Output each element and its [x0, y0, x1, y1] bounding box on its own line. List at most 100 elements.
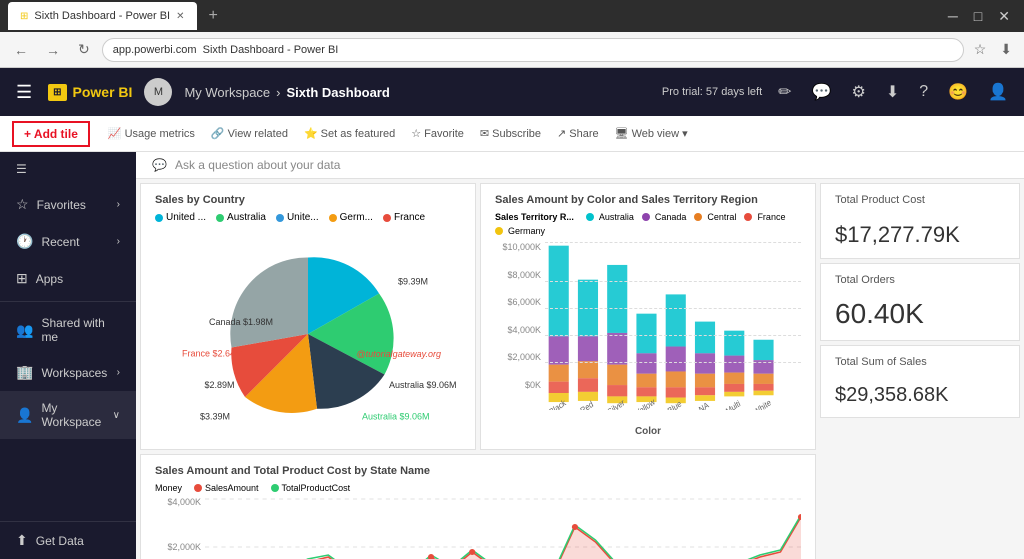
edit-icon[interactable]: ✏	[774, 80, 795, 104]
line-svg-container	[205, 497, 801, 559]
legend-canada: Canada	[642, 212, 687, 222]
y-axis: $10,000K $8,000K $6,000K $4,000K $2,000K…	[495, 240, 545, 410]
svg-text:France $2.64M: France $2.64M	[182, 349, 243, 359]
featured-icon: ⭐	[304, 127, 318, 140]
sidebar-item-shared[interactable]: 👥 Shared with me	[0, 306, 136, 354]
sidebar-bottom: ⬆ Get Data	[0, 521, 136, 559]
sidebar-item-favorites[interactable]: ☆ Favorites ›	[0, 186, 136, 223]
sidebar-item-my-workspace[interactable]: 👤 My Workspace ∨	[0, 391, 136, 439]
tab-title: Sixth Dashboard - Power BI	[34, 10, 170, 22]
dashboard-name: Sixth Dashboard	[287, 85, 390, 100]
view-related-button[interactable]: 🔗 View related	[205, 123, 294, 144]
svg-text:$9.39M: $9.39M	[398, 277, 428, 287]
kpi-value-product-cost: $17,277.79K	[835, 222, 1005, 248]
back-button[interactable]: ←	[8, 40, 34, 60]
star-nav-icon: ☆	[16, 196, 29, 213]
refresh-button[interactable]: ↻	[72, 39, 96, 60]
settings-icon[interactable]: ⚙	[848, 80, 870, 104]
feedback-icon[interactable]: 😊	[944, 80, 972, 104]
kpi-label-product-cost: Total Product Cost	[835, 194, 1005, 206]
tile-sales-by-country: Sales by Country United ... Australia Un…	[140, 183, 476, 450]
share-button[interactable]: ↗ Share	[551, 123, 605, 144]
tab-close-icon[interactable]: ✕	[176, 11, 184, 22]
sidebar-item-workspaces[interactable]: 🏢 Workspaces ›	[0, 354, 136, 391]
sidebar-hamburger[interactable]: ☰	[0, 152, 136, 186]
dashboard-area: 💬 Ask a question about your data Sales b…	[136, 152, 1024, 559]
window-close-button[interactable]: ✕	[992, 6, 1016, 27]
legend-item: France	[383, 212, 425, 223]
chart-icon: 📈	[108, 127, 122, 140]
favorite-button[interactable]: ☆ Favorite	[405, 123, 470, 144]
workspaces-label: Workspaces	[41, 366, 107, 380]
logo-text: Power BI	[73, 84, 133, 100]
x-axis-label: Color	[495, 426, 801, 437]
window-restore-button[interactable]: □	[968, 6, 988, 27]
chevron-right-icon: ›	[117, 199, 120, 210]
svg-text:$3.39M: $3.39M	[200, 412, 230, 422]
link-icon: 🔗	[211, 127, 225, 140]
sidebar-item-apps[interactable]: ⊞ Apps	[0, 260, 136, 297]
legend-france: France	[744, 212, 785, 222]
usage-metrics-button[interactable]: 📈 Usage metrics	[102, 123, 201, 144]
tile-total-orders: Total Orders 60.40K	[820, 263, 1020, 341]
line-legend: Money SalesAmount TotalProductCost	[155, 483, 801, 493]
ask-bar[interactable]: 💬 Ask a question about your data	[136, 152, 1024, 179]
user-icon[interactable]: 👤	[984, 80, 1012, 104]
svg-text:Australia $9.06M: Australia $9.06M	[389, 380, 457, 390]
ask-placeholder: Ask a question about your data	[175, 158, 340, 172]
avatar-initials: M	[154, 86, 163, 98]
comment-icon[interactable]: 💬	[808, 80, 836, 104]
watermark: @tutorialgateway.org	[356, 349, 441, 359]
get-data-label: Get Data	[36, 534, 84, 548]
window-minimize-button[interactable]: ─	[942, 6, 964, 27]
help-icon[interactable]: ?	[915, 81, 932, 103]
star-icon: ☆	[411, 127, 421, 140]
sidebar-item-get-data[interactable]: ⬆ Get Data	[0, 522, 136, 559]
kpi-value-orders: 60.40K	[835, 298, 1005, 330]
bar-chart-svg: Black Red Silver Yellow Blue NA Multi Wh…	[545, 240, 801, 410]
svg-text:Multi: Multi	[724, 398, 741, 410]
right-column: Total Product Cost $17,277.79K Total Ord…	[820, 183, 1020, 559]
line-chart-svg	[205, 497, 801, 559]
money-legend: Money	[155, 483, 182, 493]
address-bar[interactable]	[102, 38, 964, 62]
add-tile-button[interactable]: + Add tile	[12, 121, 90, 147]
hamburger-icon[interactable]: ☰	[12, 78, 36, 107]
pro-trial-text: Pro trial: 57 days left	[662, 86, 762, 98]
web-view-label: Web view	[632, 128, 679, 140]
mail-icon: ✉	[480, 127, 489, 140]
subscribe-label: Subscribe	[492, 128, 541, 140]
subscribe-button[interactable]: ✉ Subscribe	[474, 123, 547, 144]
tab-favicon: ⊞	[20, 11, 28, 22]
menu-icon: ☰	[16, 162, 27, 176]
web-view-button[interactable]: 🖥 Web view ▾	[609, 123, 694, 144]
legend-item: Unite...	[276, 212, 319, 223]
share-icon: ↗	[557, 127, 566, 140]
download-topbar-icon[interactable]: ⬇	[882, 80, 903, 104]
ask-icon: 💬	[152, 158, 167, 172]
svg-text:White: White	[752, 397, 772, 410]
forward-button[interactable]: →	[40, 40, 66, 60]
my-workspace-icon: 👤	[16, 407, 33, 424]
legend-central: Central	[694, 212, 736, 222]
browser-controls: ← → ↻ ☆ ⬇	[0, 32, 1024, 68]
total-product-cost-legend: TotalProductCost	[271, 483, 351, 493]
main-layout: ☰ ☆ Favorites › 🕐 Recent › ⊞ Apps 👥 Shar…	[0, 152, 1024, 559]
new-tab-button[interactable]: +	[205, 3, 222, 29]
bookmark-icon[interactable]: ☆	[970, 39, 991, 60]
shared-label: Shared with me	[41, 316, 120, 344]
browser-tab[interactable]: ⊞ Sixth Dashboard - Power BI ✕	[8, 2, 197, 30]
territory-legend-title: Sales Territory R...	[495, 212, 574, 222]
tile-title-sales-state: Sales Amount and Total Product Cost by S…	[155, 465, 801, 477]
set-featured-button[interactable]: ⭐ Set as featured	[298, 123, 401, 144]
workspace-icon: 🏢	[16, 364, 33, 381]
set-featured-label: Set as featured	[321, 128, 396, 140]
sidebar-item-recent[interactable]: 🕐 Recent ›	[0, 223, 136, 260]
kpi-label-orders: Total Orders	[835, 274, 1005, 286]
chevron-down-nav-icon: ∨	[113, 410, 120, 421]
workspace-link[interactable]: My Workspace	[184, 85, 270, 100]
tile-title-color-territory: Sales Amount by Color and Sales Territor…	[495, 194, 801, 206]
download-icon[interactable]: ⬇	[996, 39, 1016, 60]
recent-label: Recent	[41, 235, 79, 249]
tile-sales-color-territory: Sales Amount by Color and Sales Territor…	[480, 183, 816, 450]
